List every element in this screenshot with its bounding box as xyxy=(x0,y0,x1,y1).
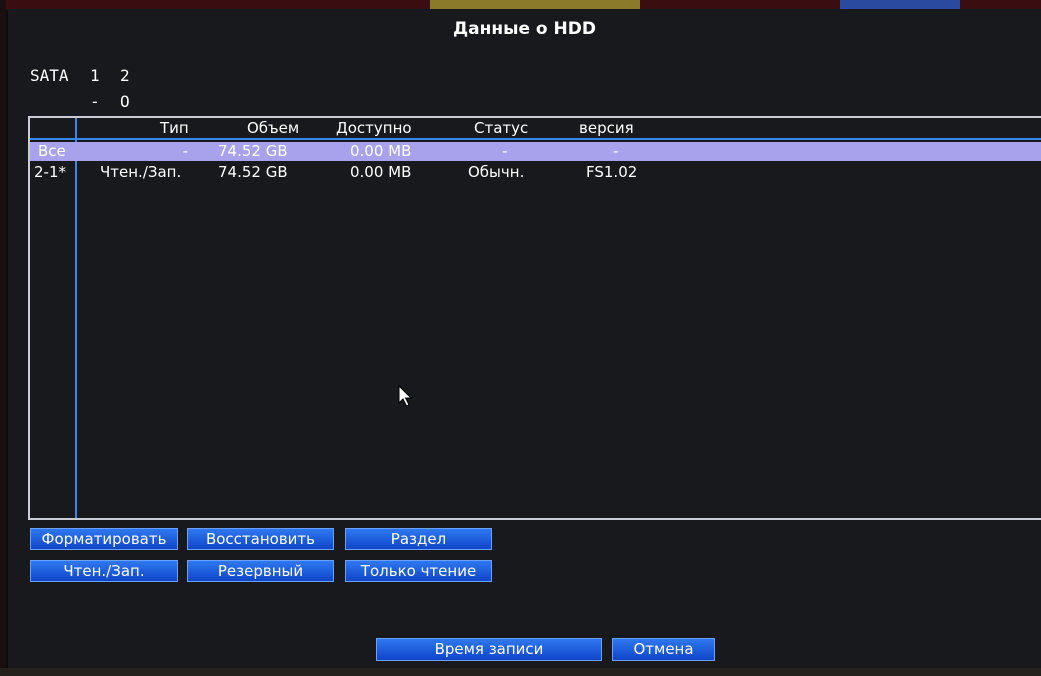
dialog-title: Данные о HDD xyxy=(453,19,596,39)
row-type: Чтен./Зап. xyxy=(100,163,182,181)
col-header-free: Доступно xyxy=(336,119,412,137)
restore-button[interactable]: Восстановить xyxy=(187,528,334,550)
row-id: 2-1* xyxy=(34,163,66,181)
sata-state-1: - xyxy=(90,92,100,111)
cancel-button[interactable]: Отмена xyxy=(612,638,715,661)
record-time-button[interactable]: Время записи xyxy=(376,638,602,661)
header-divider xyxy=(30,138,1041,140)
col-header-type: Тип xyxy=(160,119,189,137)
hdd-info-dialog: Данные о HDD SATA 1 2 - O Тип Объем Дост… xyxy=(8,9,1041,668)
row-size: 74.52 GB xyxy=(218,142,288,160)
col-header-status: Статус xyxy=(474,119,529,137)
sata-port-2: 2 xyxy=(120,66,130,85)
sata-state-2: O xyxy=(120,92,130,111)
sata-port-1: 1 xyxy=(90,66,100,85)
backup-button[interactable]: Резервный xyxy=(187,560,334,582)
row-status: Обычн. xyxy=(468,163,525,181)
table-row[interactable]: Все - 74.52 GB 0.00 MB - - xyxy=(30,142,1041,161)
format-button[interactable]: Форматировать xyxy=(30,528,178,550)
row-version: - xyxy=(613,142,619,160)
background-bottom xyxy=(0,668,1041,676)
row-version: FS1.02 xyxy=(586,163,638,181)
row-id: Все xyxy=(38,142,66,160)
row-free: 0.00 MB xyxy=(350,142,412,160)
partition-button[interactable]: Раздел xyxy=(345,528,492,550)
row-free: 0.00 MB xyxy=(350,163,412,181)
table-row[interactable]: 2-1* Чтен./Зап. 74.52 GB 0.00 MB Обычн. … xyxy=(30,163,1041,182)
background-edge xyxy=(0,0,6,676)
mouse-cursor-icon xyxy=(398,385,413,407)
hdd-table: Тип Объем Доступно Статус версия Все - 7… xyxy=(28,116,1041,520)
col-header-size: Объем xyxy=(247,119,300,137)
col-header-version: версия xyxy=(579,119,634,137)
read-only-button[interactable]: Только чтение xyxy=(345,560,492,582)
read-write-button[interactable]: Чтен./Зап. xyxy=(30,560,178,582)
row-size: 74.52 GB xyxy=(218,163,288,181)
row-type: - xyxy=(182,142,188,160)
row-status: - xyxy=(502,142,508,160)
sata-label: SATA xyxy=(30,66,69,85)
